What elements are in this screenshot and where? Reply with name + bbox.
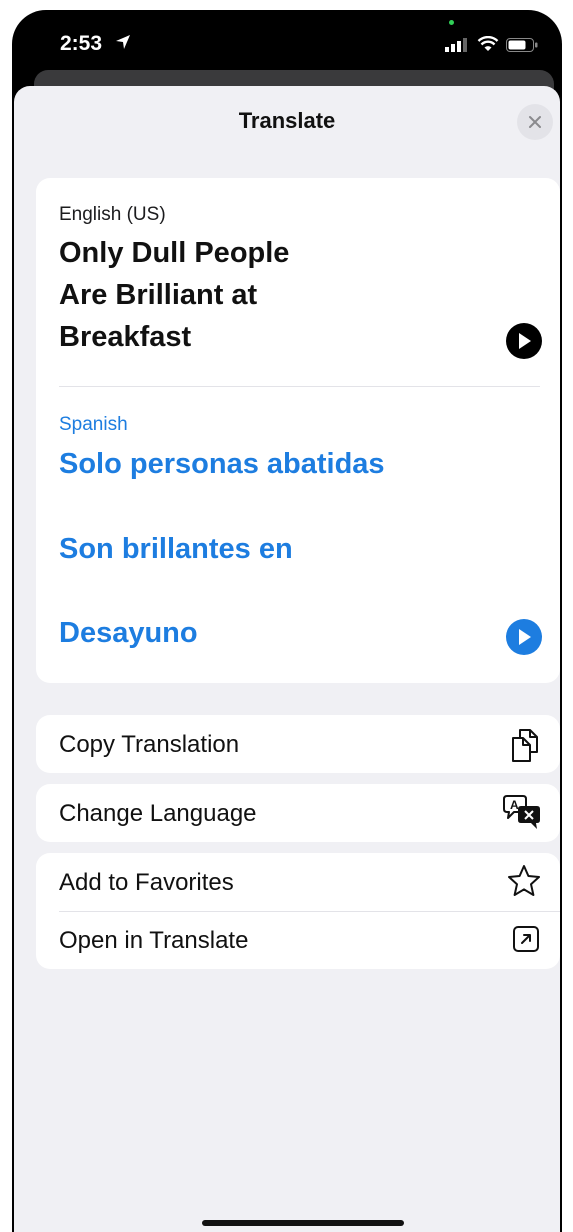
source-text-line: Are Brilliant at [59,279,258,311]
target-language-label: Spanish [59,414,128,435]
add-to-favorites-label: Add to Favorites [59,869,234,896]
target-text-line: Solo personas abatidas [59,448,385,480]
copy-translation-label: Copy Translation [59,731,240,758]
battery-icon [506,38,538,52]
copy-icon [512,729,538,762]
wifi-icon [477,36,499,51]
more-actions-group: Add to Favorites Open in Translate [36,853,560,969]
change-language-label: Change Language [59,800,257,827]
phone-frame: 2:53 Translate English (US) Only Dull Pe… [12,10,562,1232]
play-icon [519,629,531,645]
divider [59,386,540,387]
change-language-group: Change Language A [36,784,560,842]
play-icon [519,333,531,349]
translation-card: English (US) Only Dull People Are Brilli… [36,178,560,683]
open-external-icon [513,926,539,952]
open-in-translate-row[interactable]: Open in Translate [36,911,560,969]
source-text-line: Only Dull People [59,237,290,269]
status-time: 2:53 [60,32,103,55]
location-arrow-icon [116,35,130,49]
add-to-favorites-row[interactable]: Add to Favorites [36,853,560,911]
close-button[interactable] [517,104,553,140]
status-bar: 2:53 [12,10,562,76]
translate-sheet: Translate English (US) Only Dull People … [14,86,560,1232]
source-language-label: English (US) [59,204,166,225]
star-icon [508,865,540,896]
target-text-line: Son brillantes en [59,533,293,565]
play-translation-button[interactable] [506,619,542,655]
privacy-indicator [449,20,454,25]
sheet-title: Translate [238,108,336,133]
target-text-line: Desayuno [59,617,198,649]
copy-translation-row[interactable]: Copy Translation [36,715,560,773]
open-in-translate-label: Open in Translate [59,927,249,954]
source-text: Only Dull People Are Brilliant at Breakf… [59,232,479,358]
svg-text:A: A [510,798,519,812]
change-language-row[interactable]: Change Language A [36,784,560,842]
copy-translation-group: Copy Translation [36,715,560,773]
play-source-button[interactable] [506,323,542,359]
source-text-line: Breakfast [59,321,192,353]
signal-icon [445,38,467,52]
close-icon [529,116,541,128]
translate-icon: A [503,795,540,829]
home-indicator[interactable] [202,1220,404,1226]
